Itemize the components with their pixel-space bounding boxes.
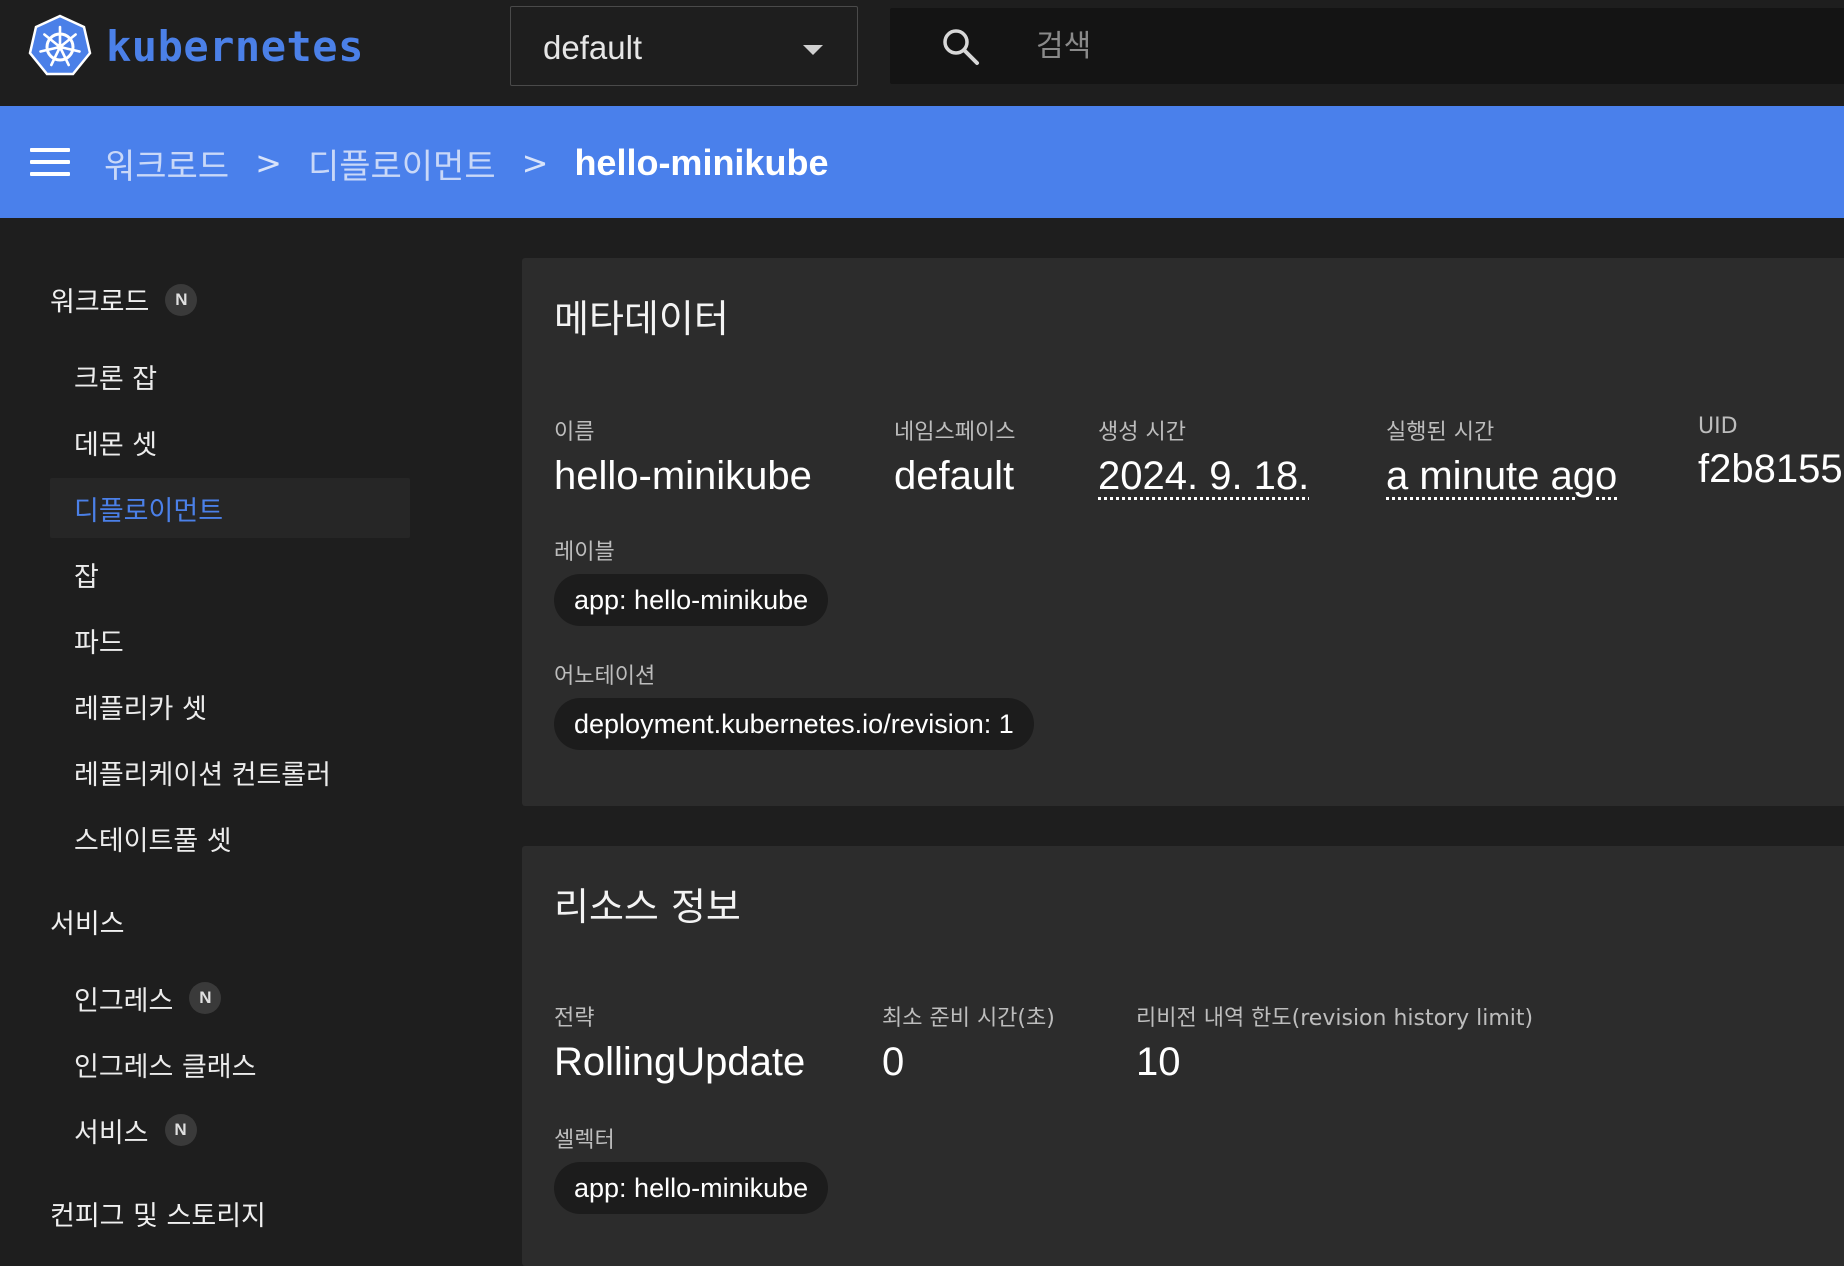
field-label: UID [1698, 414, 1738, 439]
kubernetes-logo-icon[interactable] [28, 14, 92, 78]
sidebar-item-replicationcontrollers[interactable]: 레플리케이션 컨트롤러 [50, 742, 410, 802]
selector-chip[interactable]: app: hello-minikube [554, 1162, 829, 1214]
search-icon [943, 29, 979, 65]
breadcrumb-deployments[interactable]: 디플로이먼트 [308, 139, 496, 188]
new-badge: N [165, 283, 198, 316]
strategy-field: 전략 RollingUpdate [554, 1000, 805, 1085]
menu-icon[interactable] [30, 148, 70, 178]
sidebar-item-label: 레플리케이션 컨트롤러 [74, 759, 331, 791]
sidebar-item-label: 크론 잡 [74, 363, 158, 395]
namespace-field: 네임스페이스 default [894, 414, 1015, 499]
card-title: 메타데이터 [554, 297, 729, 341]
labels-field: 레이블 app: hello-minikube [554, 534, 829, 626]
chevron-down-icon [803, 45, 823, 55]
sidebar-item-label: 데몬 셋 [74, 429, 158, 461]
field-value: default [894, 454, 1015, 498]
name-field: 이름 hello-minikube [554, 414, 812, 499]
sidebar-item-services[interactable]: 서비스 N [50, 1100, 410, 1160]
field-value: 0 [882, 1040, 905, 1084]
field-label: 최소 준비 시간(초) [882, 1006, 1055, 1031]
top-bar: kubernetes default [0, 0, 1844, 106]
sidebar-item-deployments[interactable]: 디플로이먼트 [50, 478, 410, 538]
metadata-card: 메타데이터 이름 hello-minikube 네임스페이스 default 생… [522, 258, 1844, 806]
field-value: RollingUpdate [554, 1040, 806, 1084]
breadcrumb-workloads[interactable]: 워크로드 [104, 139, 229, 188]
sidebar-group-label: 워크로드 [50, 287, 150, 318]
field-value: hello-minikube [554, 454, 812, 498]
sidebar-item-jobs[interactable]: 잡 [50, 544, 410, 604]
revision-limit-field: 리비전 내역 한도(revision history limit) 10 [1136, 1000, 1533, 1085]
card-title: 리소스 정보 [554, 885, 741, 929]
sidebar-item-statefulsets[interactable]: 스테이트풀 셋 [50, 808, 410, 868]
created-date[interactable]: 2024. 9. 18. [1098, 454, 1309, 499]
sidebar-group-label: 서비스 [50, 909, 125, 940]
breadcrumb-bar: 워크로드 > 디플로이먼트 > hello-minikube [0, 106, 1844, 218]
sidebar-item-label: 잡 [74, 561, 99, 593]
field-label: 실행된 시간 [1386, 420, 1495, 445]
sidebar-group-services[interactable]: 서비스 [50, 902, 125, 941]
sidebar-group-config-storage[interactable]: 컨피그 및 스토리지 [50, 1194, 266, 1233]
sidebar-item-ingressclasses[interactable]: 인그레스 클래스 [50, 1034, 410, 1094]
sidebar-item-daemonsets[interactable]: 데몬 셋 [50, 412, 410, 472]
breadcrumb-current: hello-minikube [574, 142, 829, 183]
new-badge: N [189, 982, 222, 1014]
field-label: 어노테이션 [554, 664, 656, 689]
sidebar-item-ingresses[interactable]: 인그레스 N [50, 968, 410, 1028]
sidebar-item-label: 인그레스 [74, 985, 174, 1017]
sidebar-item-label: 스테이트풀 셋 [74, 825, 232, 857]
sidebar-item-cronjobs[interactable]: 크론 잡 [50, 346, 410, 406]
resource-info-card: 리소스 정보 전략 RollingUpdate 최소 준비 시간(초) 0 리비… [522, 846, 1844, 1266]
created-field: 생성 시간 2024. 9. 18. [1098, 414, 1309, 499]
new-badge: N [164, 1114, 197, 1146]
namespace-value: default [543, 29, 643, 66]
chevron-right-icon: > [521, 144, 549, 182]
sidebar-item-label: 레플리카 셋 [74, 693, 207, 725]
annotations-field: 어노테이션 deployment.kubernetes.io/revision:… [554, 658, 1034, 750]
chevron-right-icon: > [255, 144, 282, 182]
sidebar: 워크로드 N 크론 잡 데몬 셋 디플로이먼트 잡 파드 레플리카 셋 레플리케… [0, 218, 480, 1266]
field-label: 레이블 [554, 540, 615, 565]
sidebar-item-pods[interactable]: 파드 [50, 610, 410, 670]
sidebar-item-replicasets[interactable]: 레플리카 셋 [50, 676, 410, 736]
field-label: 전략 [554, 1006, 595, 1031]
min-ready-field: 최소 준비 시간(초) 0 [882, 1000, 1055, 1085]
sidebar-item-label: 인그레스 클래스 [74, 1051, 257, 1083]
search-input[interactable] [1036, 22, 1816, 70]
field-label: 이름 [554, 420, 595, 445]
sidebar-item-label: 서비스 [74, 1117, 149, 1149]
selector-field: 셀렉터 app: hello-minikube [554, 1122, 829, 1214]
field-label: 셀렉터 [554, 1128, 615, 1153]
sidebar-item-label: 디플로이먼트 [74, 495, 224, 527]
brand-name[interactable]: kubernetes [106, 22, 364, 71]
search-bar[interactable] [890, 8, 1844, 84]
sidebar-item-label: 파드 [74, 627, 124, 659]
namespace-select[interactable]: default [510, 6, 858, 86]
uid-field: UID f2b8155 [1698, 414, 1843, 492]
field-label: 리비전 내역 한도(revision history limit) [1136, 1006, 1534, 1031]
field-value: 10 [1136, 1040, 1181, 1084]
breadcrumb: 워크로드 > 디플로이먼트 > hello-minikube [104, 139, 829, 188]
age-field: 실행된 시간 a minute ago [1386, 414, 1617, 499]
field-label: 네임스페이스 [894, 420, 1016, 445]
annotation-chip[interactable]: deployment.kubernetes.io/revision: 1 [554, 698, 1034, 750]
sidebar-group-label: 컨피그 및 스토리지 [50, 1201, 266, 1232]
sidebar-group-workloads[interactable]: 워크로드 N [50, 280, 198, 319]
field-label: 생성 시간 [1098, 420, 1186, 445]
label-chip[interactable]: app: hello-minikube [554, 574, 829, 626]
field-value: f2b8155 [1698, 447, 1843, 491]
age-value[interactable]: a minute ago [1386, 454, 1617, 499]
